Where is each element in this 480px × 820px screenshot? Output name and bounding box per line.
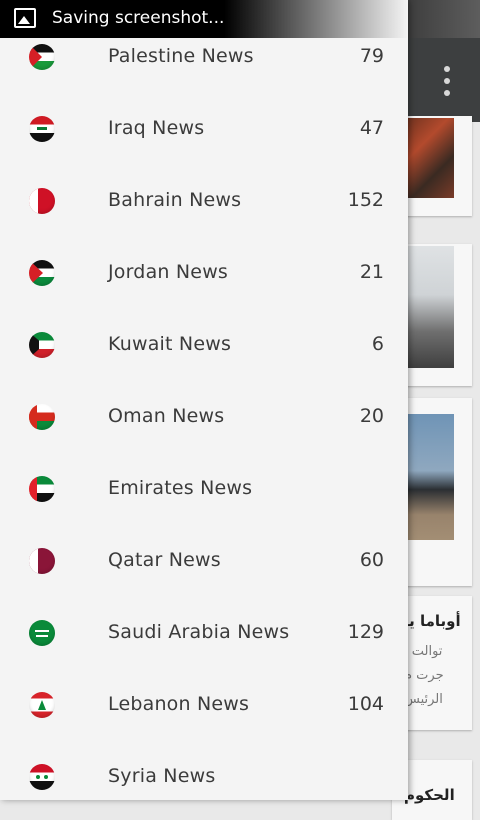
uae-flag-icon [29, 476, 55, 502]
drawer-item-count: 104 [347, 693, 384, 715]
drawer-item-label: Emirates News [108, 477, 253, 499]
jordan-flag-icon [29, 260, 55, 286]
qatar-flag-icon [29, 548, 55, 574]
drawer-item-label: Jordan News [108, 261, 229, 283]
palestine-flag-icon [29, 44, 55, 70]
overflow-menu-icon[interactable] [437, 66, 457, 96]
notification-text: Saving screenshot... [52, 8, 225, 28]
drawer-item-count: 21 [359, 261, 384, 283]
news-snippet: جرت م [404, 668, 444, 683]
drawer-item-jordan[interactable]: Jordan News 21 [0, 236, 408, 308]
drawer-item-label: Iraq News [108, 117, 205, 139]
drawer-item-count: 20 [359, 405, 384, 427]
news-headline: الحكوم [404, 786, 455, 804]
drawer-item-label: Oman News [108, 405, 225, 427]
drawer-item-label: Palestine News [108, 45, 254, 67]
drawer-item-count: 60 [359, 549, 384, 571]
news-snippet: الرئيس [404, 692, 443, 707]
drawer-item-label: Qatar News [108, 549, 221, 571]
drawer-item-emirates[interactable]: Emirates News [0, 452, 408, 524]
bahrain-flag-icon [29, 188, 55, 214]
drawer-item-label: Lebanon News [108, 693, 250, 715]
drawer-item-count: 6 [371, 333, 384, 355]
drawer-item-lebanon[interactable]: Lebanon News 104 [0, 668, 408, 740]
drawer-item-oman[interactable]: Oman News 20 [0, 380, 408, 452]
syria-flag-icon [29, 764, 55, 790]
drawer-item-syria[interactable]: Syria News [0, 740, 408, 800]
drawer-item-bahrain[interactable]: Bahrain News 152 [0, 164, 408, 236]
drawer-item-label: Bahrain News [108, 189, 242, 211]
navigation-drawer: Palestine News 79 Iraq News 47 Bahrain N… [0, 0, 408, 800]
drawer-item-count: 152 [347, 189, 384, 211]
iraq-flag-icon [29, 116, 55, 142]
drawer-item-label: Syria News [108, 765, 216, 787]
drawer-item-qatar[interactable]: Qatar News 60 [0, 524, 408, 596]
drawer-item-kuwait[interactable]: Kuwait News 6 [0, 308, 408, 380]
drawer-item-saudi-arabia[interactable]: Saudi Arabia News 129 [0, 596, 408, 668]
news-snippet: توالت ا [404, 644, 443, 659]
country-list: Palestine News 79 Iraq News 47 Bahrain N… [0, 20, 408, 800]
drawer-item-label: Saudi Arabia News [108, 621, 290, 643]
oman-flag-icon [29, 404, 55, 430]
kuwait-flag-icon [29, 332, 55, 358]
image-icon [14, 8, 36, 28]
news-headline: أوباما يـ [404, 612, 461, 630]
lebanon-flag-icon [29, 692, 55, 718]
drawer-item-count: 47 [359, 117, 384, 139]
drawer-item-label: Kuwait News [108, 333, 232, 355]
drawer-item-iraq[interactable]: Iraq News 47 [0, 92, 408, 164]
drawer-item-count: 79 [359, 45, 384, 67]
saudi-arabia-flag-icon [29, 620, 55, 646]
drawer-item-count: 129 [347, 621, 384, 643]
